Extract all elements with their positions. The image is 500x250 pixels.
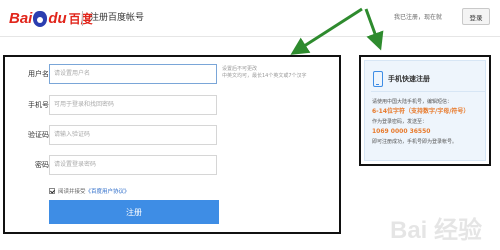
arrow-to-panel [364, 8, 384, 51]
phone-label: 手机号 [28, 101, 49, 109]
username-hint-line2: 中英文均可，最长14个英文或7个汉字 [222, 73, 307, 79]
captcha-label: 验证码 [28, 131, 49, 139]
password-input[interactable]: 请设置登录密码 [49, 155, 217, 175]
password-row: 密码 请设置登录密码 [5, 155, 339, 175]
username-label: 用户名 [28, 70, 49, 78]
paw-icon [33, 11, 48, 27]
sms-content-rule: 6-14位字符（支持数字/字母/符号） [372, 108, 470, 115]
password-label: 密码 [35, 161, 49, 169]
baidu-logo[interactable]: Bai du 百度 [9, 9, 93, 29]
sms-success-note: 即可注册成功，手机号即为登录帐号。 [372, 139, 458, 145]
username-hint: 设置后不可更改 中英文均可，最长14个英文或7个汉字 [222, 66, 307, 80]
mobile-register-title: 手机快速注册 [388, 75, 430, 83]
watermark: Bai 经验 [390, 217, 483, 244]
login-prompt: 我已注册，现在就 [394, 14, 443, 21]
phone-row: 手机号 可用于登录和找回密码 [5, 95, 339, 115]
captcha-input[interactable]: 请输入验证码 [49, 125, 217, 145]
sms-send-to-label: 作为登录密码，发送至： [372, 119, 428, 125]
agreement-checkbox[interactable] [49, 188, 55, 194]
agreement-text: 阅读并接受 [58, 189, 86, 195]
logo-text-du: du [48, 10, 67, 27]
arrow-to-form [290, 7, 363, 55]
registration-form: 用户名 请设置用户名 设置后不可更改 中英文均可，最长14个英文或7个汉字 手机… [3, 55, 341, 234]
phone-input[interactable]: 可用于登录和找回密码 [49, 95, 217, 115]
username-hint-line1: 设置后不可更改 [222, 66, 258, 72]
sms-instruction: 请使用中国大陆手机号，编辑短信： [372, 99, 453, 105]
logo-text-bai: Bai [9, 10, 33, 27]
page-title: 注册百度帐号 [90, 13, 145, 23]
captcha-row: 验证码 请输入验证码 [5, 125, 339, 145]
agreement-row: 阅读并接受 《百度用户协议》 [49, 186, 130, 196]
mobile-register-panel: 手机快速注册 请使用中国大陆手机号，编辑短信： 6-14位字符（支持数字/字母/… [359, 55, 491, 166]
login-button[interactable]: 登录 [462, 8, 490, 25]
panel-divider [371, 91, 485, 92]
phone-icon [373, 71, 383, 87]
username-input[interactable]: 请设置用户名 [49, 64, 217, 84]
agreement-link[interactable]: 《百度用户协议》 [86, 187, 130, 195]
register-button[interactable]: 注册 [49, 200, 219, 224]
sms-number: 1069 0000 36550 [372, 128, 431, 135]
header-bottom-border [0, 36, 500, 37]
header-divider [82, 11, 83, 26]
username-row: 用户名 请设置用户名 设置后不可更改 中英文均可，最长14个英文或7个汉字 [5, 64, 339, 84]
mobile-register-box: 手机快速注册 请使用中国大陆手机号，编辑短信： 6-14位字符（支持数字/字母/… [364, 60, 486, 161]
